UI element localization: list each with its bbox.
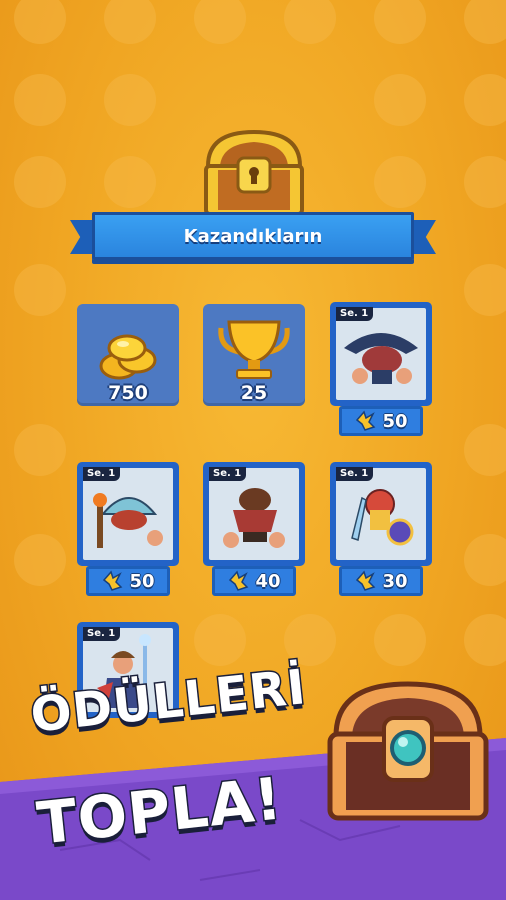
season-label: Se. 1 [209,467,247,481]
season-label: Se. 1 [83,627,121,641]
shard-count: 40 [212,566,296,596]
season-label: Se. 1 [336,467,374,481]
shard-amount: 40 [255,570,281,592]
reward-trophy[interactable]: 25 [203,304,305,406]
season-label: Se. 1 [336,307,374,321]
shard-icon [356,410,376,431]
treasure-chest-icon [204,129,304,216]
card-art [209,468,299,560]
brawler-mage-icon [93,493,163,548]
page-title: Kazandıkların [183,225,323,247]
shard-count: 50 [86,566,170,596]
shard-icon [103,570,123,591]
card-art [336,308,426,400]
shard-amount: 50 [382,410,408,432]
magic-chest-icon [327,681,489,821]
card-art [83,468,173,560]
shard-icon [229,570,249,591]
trophy-amount: 25 [240,382,268,404]
brawler-hat-icon [344,333,418,384]
brawler-rogue-icon [223,488,285,548]
brawler-card[interactable]: Se. 1 [203,462,305,566]
brawler-card[interactable]: Se. 1 [77,462,179,566]
shard-amount: 50 [129,570,155,592]
reward-gold[interactable]: 750 [77,304,179,406]
season-label: Se. 1 [83,467,121,481]
shard-icon [356,570,376,591]
card-art [336,468,426,560]
brawler-card[interactable]: Se. 1 [330,302,432,406]
shard-count: 30 [339,566,423,596]
brawler-knight-icon [351,489,414,546]
shard-count: 50 [339,406,423,436]
rewards-banner: Kazandıkların [70,212,436,260]
shard-amount: 30 [382,570,408,592]
brawler-card[interactable]: Se. 1 [330,462,432,566]
gold-amount: 750 [108,382,148,404]
banner-plate: Kazandıkların [92,212,414,260]
